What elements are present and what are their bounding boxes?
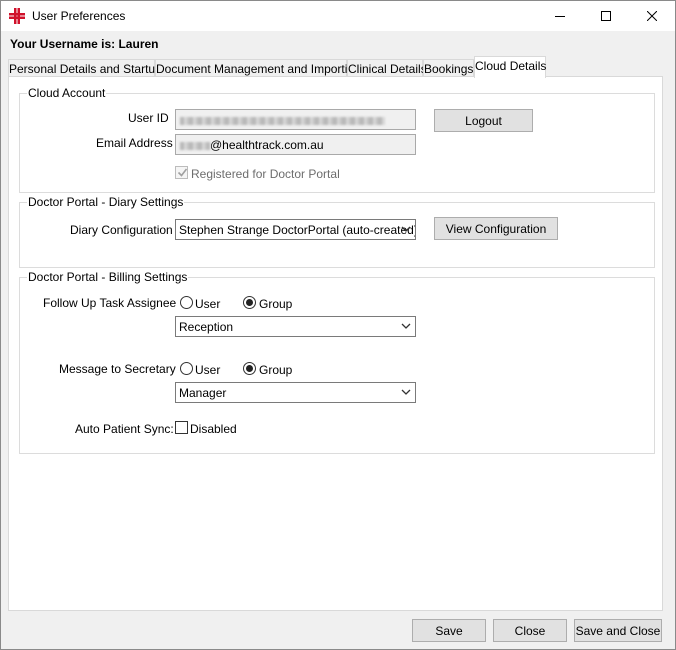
auto-patient-sync-checkbox[interactable]: [175, 421, 188, 434]
message-user-radio[interactable]: [180, 362, 193, 375]
minimize-button[interactable]: [537, 1, 583, 31]
email-address-field[interactable]: @healthtrack.com.au: [175, 134, 416, 155]
user-id-field[interactable]: [175, 109, 416, 130]
username-heading: Your Username is: Lauren: [10, 37, 159, 51]
registered-checkbox: [175, 166, 188, 179]
followup-assignee-value: Reception: [179, 320, 234, 334]
followup-assignee-select[interactable]: Reception: [175, 316, 416, 337]
billing-settings-title: Doctor Portal - Billing Settings: [27, 270, 189, 284]
view-configuration-button[interactable]: View Configuration: [434, 217, 558, 240]
message-group-label: Group: [259, 363, 293, 377]
close-window-button[interactable]: [629, 1, 675, 31]
billing-settings-group: Doctor Portal - Billing Settings Follow …: [19, 270, 655, 454]
cloud-details-panel: Cloud Account User ID Email Address @hea…: [8, 76, 663, 611]
message-secretary-label: Message to Secretary: [59, 362, 176, 376]
tab-cloud-details[interactable]: Cloud Details: [474, 56, 546, 78]
followup-assignee-label: Follow Up Task Assignee: [43, 296, 177, 310]
diary-settings-group: Doctor Portal - Diary Settings Diary Con…: [19, 195, 655, 268]
followup-group-label: Group: [259, 297, 293, 311]
maximize-button[interactable]: [583, 1, 629, 31]
chevron-down-icon: [401, 389, 411, 395]
minimize-icon: [555, 16, 565, 17]
user-id-label: User ID: [128, 111, 169, 125]
email-address-label: Email Address: [96, 136, 173, 150]
cloud-account-title: Cloud Account: [27, 86, 107, 100]
diary-configuration-select[interactable]: Stephen Strange DoctorPortal (auto-creat…: [175, 219, 416, 240]
followup-group-radio[interactable]: [243, 296, 256, 309]
email-domain: @healthtrack.com.au: [210, 138, 324, 152]
diary-configuration-label: Diary Configuration: [70, 223, 173, 237]
followup-user-label: User: [195, 297, 221, 311]
close-button[interactable]: Close: [493, 619, 567, 642]
save-and-close-button[interactable]: Save and Close: [574, 619, 662, 642]
email-redacted: [180, 141, 210, 150]
message-secretary-value: Manager: [179, 386, 227, 400]
title-bar: User Preferences: [1, 1, 675, 31]
diary-settings-title: Doctor Portal - Diary Settings: [27, 195, 185, 209]
cloud-account-group: Cloud Account User ID Email Address @hea…: [19, 86, 655, 193]
checkmark-icon: [177, 168, 188, 177]
app-cross-icon: [9, 8, 25, 24]
user-id-redacted: [180, 116, 385, 125]
message-user-label: User: [195, 363, 221, 377]
save-button[interactable]: Save: [412, 619, 486, 642]
diary-configuration-value: Stephen Strange DoctorPortal (auto-creat…: [179, 223, 416, 237]
followup-user-radio[interactable]: [180, 296, 193, 309]
maximize-icon: [601, 11, 611, 21]
user-preferences-window: User Preferences Your Username is: Laure…: [0, 0, 676, 650]
logout-button[interactable]: Logout: [434, 109, 533, 132]
auto-patient-sync-checkbox-label: Disabled: [190, 422, 237, 436]
auto-patient-sync-label: Auto Patient Sync:: [75, 422, 174, 436]
message-secretary-select[interactable]: Manager: [175, 382, 416, 403]
chevron-down-icon: [401, 323, 411, 329]
chevron-down-icon: [401, 226, 411, 232]
close-icon: [647, 11, 657, 21]
registered-label: Registered for Doctor Portal: [191, 167, 340, 181]
window-title: User Preferences: [32, 9, 126, 23]
message-group-radio[interactable]: [243, 362, 256, 375]
